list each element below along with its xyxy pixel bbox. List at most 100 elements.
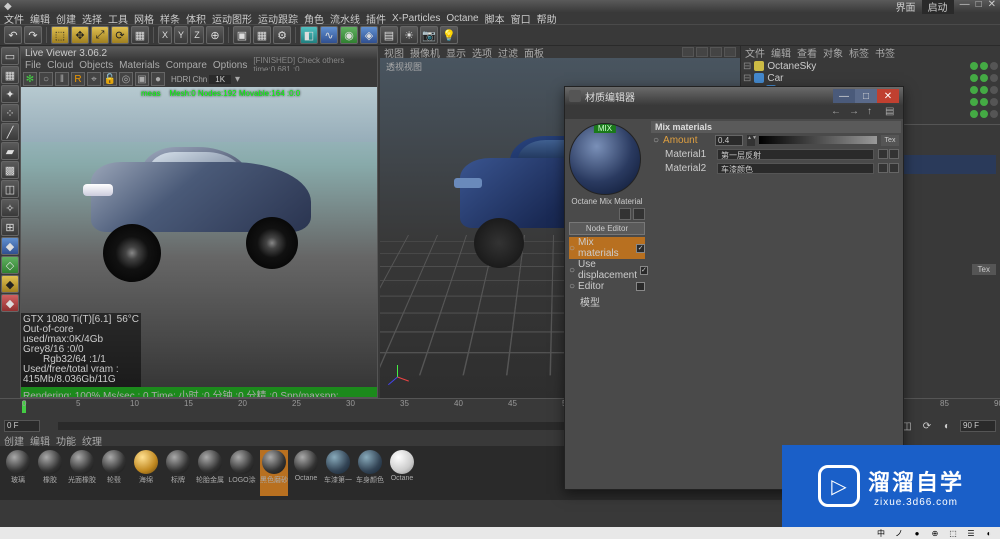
lv-unlock-icon[interactable]: 🔓: [103, 72, 117, 86]
matwin-close[interactable]: ✕: [877, 89, 899, 103]
prim-light[interactable]: 💡: [440, 26, 458, 44]
tl-start-input[interactable]: 0 F: [4, 420, 40, 432]
menu-脚本[interactable]: 脚本: [485, 11, 505, 26]
edge-mode[interactable]: ╱: [1, 123, 19, 141]
prop-material1-field[interactable]: 第一层反射: [717, 149, 874, 160]
attr-tex-button[interactable]: Tex: [972, 264, 996, 275]
menu-角色[interactable]: 角色: [304, 11, 324, 26]
window-close[interactable]: ✕: [988, 0, 996, 14]
matwin-menu-icon[interactable]: ▤: [885, 106, 899, 118]
prim-cube[interactable]: ◧: [300, 26, 318, 44]
menu-流水线[interactable]: 流水线: [330, 11, 360, 26]
vp-nav-d-icon[interactable]: [724, 47, 736, 57]
tl-key-param-icon[interactable]: ◐: [940, 419, 954, 433]
obj-vis-editor-icon[interactable]: [970, 62, 978, 70]
window-maximize[interactable]: □: [976, 0, 982, 14]
undo-button[interactable]: ↶: [4, 26, 22, 44]
misc-tool-2[interactable]: ◇: [1, 256, 19, 274]
menu-工具[interactable]: 工具: [108, 11, 128, 26]
menu-Octane[interactable]: Octane: [446, 13, 478, 24]
tray-icon-6[interactable]: ◐: [982, 528, 996, 538]
obj-tag-icon[interactable]: [990, 62, 998, 70]
obj-vis-render-icon[interactable]: [980, 98, 988, 106]
obj-row-0[interactable]: ⊟OctaneSky: [743, 60, 998, 72]
lvmenu-compare[interactable]: Compare: [166, 60, 207, 71]
prop-amount-input[interactable]: 0.4: [715, 135, 743, 146]
obj-vis-render-icon[interactable]: [980, 110, 988, 118]
menu-运动跟踪[interactable]: 运动跟踪: [258, 11, 298, 26]
matwin-back-icon[interactable]: ←: [831, 106, 845, 118]
axis-y[interactable]: Y: [174, 26, 188, 44]
tray-icon-0[interactable]: 中: [874, 528, 888, 538]
lvmenu-materials[interactable]: Materials: [119, 60, 160, 71]
lv-clay-icon[interactable]: ●: [151, 72, 165, 86]
matwin-maximize[interactable]: □: [855, 89, 877, 103]
material-swatch-9[interactable]: Octane: [292, 450, 320, 496]
lvmenu-objects[interactable]: Objects: [79, 60, 113, 71]
window-minimize[interactable]: —: [960, 0, 970, 14]
mat-check-box[interactable]: ✓: [636, 244, 645, 253]
material-editor-titlebar[interactable]: 材质编辑器 — □ ✕: [565, 87, 903, 105]
material-swatch-1[interactable]: 橡胶: [36, 450, 64, 496]
obj-vis-editor-icon[interactable]: [970, 110, 978, 118]
render-settings[interactable]: ⚙: [273, 26, 291, 44]
mat-check-box[interactable]: ✓: [640, 266, 648, 275]
prim-deformer[interactable]: ▤: [380, 26, 398, 44]
mat-check-2[interactable]: ○Editor: [569, 281, 645, 292]
lv-pause-icon[interactable]: ‖: [55, 72, 69, 86]
mat-check-0[interactable]: ○Mix materials✓: [569, 237, 645, 259]
tray-icon-4[interactable]: ⬚: [946, 528, 960, 538]
poly-mode[interactable]: ▰: [1, 142, 19, 160]
lv-lock-icon[interactable]: ○: [39, 72, 53, 86]
material-swatch-7[interactable]: LOGO涂: [228, 450, 256, 496]
mat1-pick-icon[interactable]: [878, 149, 888, 159]
menu-创建[interactable]: 创建: [56, 11, 76, 26]
vp-nav-b-icon[interactable]: [696, 47, 708, 57]
material-swatch-12[interactable]: Octane: [388, 450, 416, 496]
obj-vis-render-icon[interactable]: [980, 62, 988, 70]
lv-refresh-icon[interactable]: ✻: [23, 72, 37, 86]
prim-camera[interactable]: 📷: [420, 26, 438, 44]
material-swatch-11[interactable]: 车身颜色: [356, 450, 384, 496]
material-swatch-5[interactable]: 标牌: [164, 450, 192, 496]
misc-tool-3[interactable]: ◆: [1, 275, 19, 293]
node-editor-button[interactable]: Node Editor: [569, 222, 645, 235]
material-editor-window[interactable]: 材质编辑器 — □ ✕ ← → ↑ ▤ MIX Octane Mix Mater…: [564, 86, 904, 490]
menu-运动图形[interactable]: 运动图形: [212, 11, 252, 26]
matwin-up-icon[interactable]: ↑: [867, 106, 881, 118]
obj-tag-icon[interactable]: [990, 110, 998, 118]
live-viewer-canvas[interactable]: meas Mesh:0 Nodes:192 Movable:164 :0:0 G…: [21, 87, 377, 397]
menu-X-Particles[interactable]: X-Particles: [392, 13, 440, 24]
material-swatch-8[interactable]: 黑色磨砂: [260, 450, 288, 496]
tray-icon-5[interactable]: ☰: [964, 528, 978, 538]
material-preview-sphere[interactable]: MIX: [569, 123, 641, 195]
matprev-opt1-icon[interactable]: [619, 208, 631, 220]
material-swatch-4[interactable]: 海绵: [132, 450, 160, 496]
prim-nurbs[interactable]: ◉: [340, 26, 358, 44]
lv-dropdown-icon[interactable]: ▾: [235, 74, 240, 85]
tl-key-rot-icon[interactable]: ⟳: [920, 419, 934, 433]
prim-generator[interactable]: ◈: [360, 26, 378, 44]
point-mode[interactable]: ⁘: [1, 104, 19, 122]
lv-res-select[interactable]: 1K: [209, 75, 231, 84]
scale-tool[interactable]: ⤢: [91, 26, 109, 44]
vp-nav-c-icon[interactable]: [710, 47, 722, 57]
material-swatch-2[interactable]: 光面橡胶: [68, 450, 96, 496]
menu-样条[interactable]: 样条: [160, 11, 180, 26]
mat1-clear-icon[interactable]: [889, 149, 899, 159]
menu-窗口[interactable]: 窗口: [511, 11, 531, 26]
material-swatch-0[interactable]: 玻璃: [4, 450, 32, 496]
object-mode[interactable]: ▦: [1, 66, 19, 84]
menu-插件[interactable]: 插件: [366, 11, 386, 26]
axis-x[interactable]: X: [158, 26, 172, 44]
menu-文件[interactable]: 文件: [4, 11, 24, 26]
coord-system[interactable]: ⊕: [206, 26, 224, 44]
texture-mode[interactable]: ▩: [1, 161, 19, 179]
obj-tag-icon[interactable]: [990, 74, 998, 82]
matprev-opt2-icon[interactable]: [633, 208, 645, 220]
mat2-pick-icon[interactable]: [878, 163, 888, 173]
prim-env[interactable]: ☀: [400, 26, 418, 44]
mat-tab-纹理[interactable]: 纹理: [82, 433, 102, 448]
menu-体积[interactable]: 体积: [186, 11, 206, 26]
tl-end-input[interactable]: 90 F: [960, 420, 996, 432]
